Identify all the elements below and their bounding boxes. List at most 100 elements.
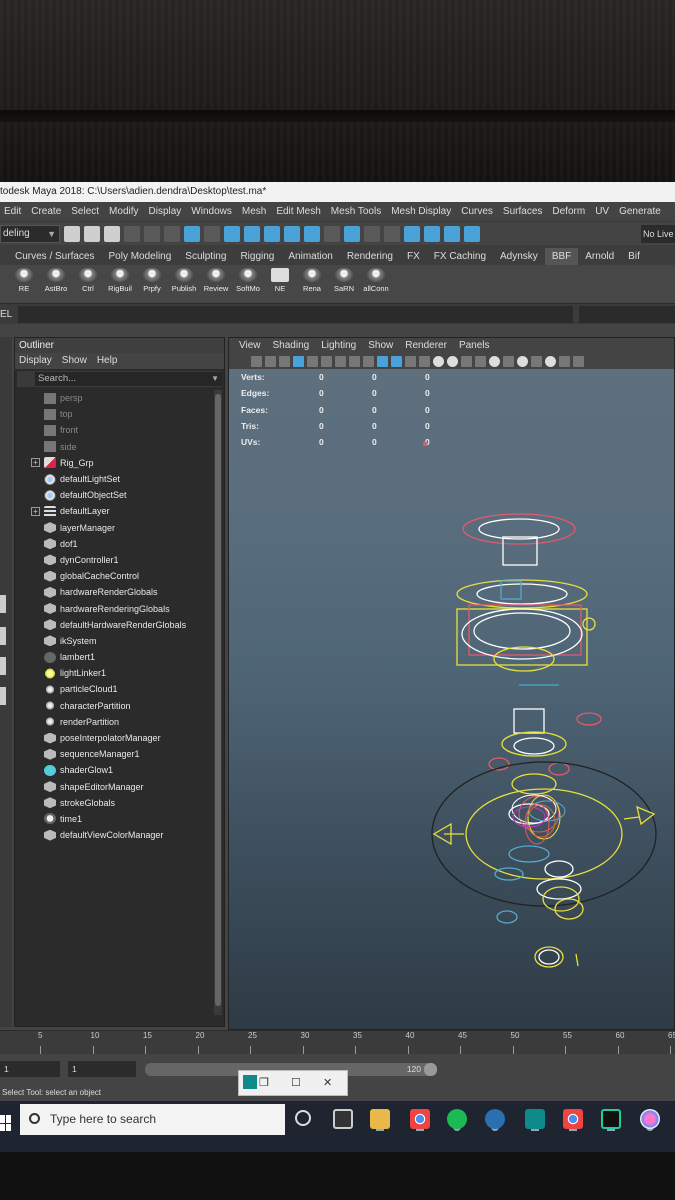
outliner-item-sequencemanager1[interactable]: sequenceManager1 <box>15 746 213 762</box>
outliner-item-particlecloud1[interactable]: particleCloud1 <box>15 681 213 697</box>
viewport-tool-icon[interactable] <box>321 356 332 367</box>
file-explorer-icon[interactable] <box>370 1109 390 1129</box>
shelf-button-prpfy[interactable]: Prpfy <box>138 268 166 293</box>
chrome-icon[interactable] <box>563 1109 583 1129</box>
shelf-button-allconn[interactable]: allConn <box>362 268 390 293</box>
viewport-tool-icon[interactable] <box>433 356 444 367</box>
new-scene-icon[interactable] <box>64 225 80 242</box>
pycharm-icon[interactable] <box>601 1109 621 1129</box>
shelf-button-publish[interactable]: Publish <box>170 268 198 293</box>
viewport-tool-icon[interactable] <box>447 356 458 367</box>
render-view-icon[interactable] <box>464 225 480 242</box>
outliner-item-rig-grp[interactable]: + Rig_Grp <box>15 455 213 471</box>
outliner-item-hardwarerenderglobals[interactable]: hardwareRenderGlobals <box>15 584 213 600</box>
viewport-tool-icon[interactable] <box>293 356 304 367</box>
shelf-tab-fx[interactable]: FX <box>400 248 427 265</box>
outliner-item-poseinterpolatormanager[interactable]: poseInterpolatorManager <box>15 730 213 746</box>
snap-grid-icon[interactable] <box>224 225 240 242</box>
outliner-item-top[interactable]: top <box>15 406 213 422</box>
expand-icon[interactable]: + <box>31 458 40 468</box>
render-settings-icon[interactable] <box>424 225 440 242</box>
outliner-item-dyncontroller1[interactable]: dynController1 <box>15 552 213 568</box>
viewport-tool-icon[interactable] <box>391 356 402 367</box>
restore-icon[interactable]: ❐ <box>259 1076 269 1089</box>
maximize-icon[interactable]: ☐ <box>291 1076 301 1089</box>
menu-edit-mesh[interactable]: Edit Mesh <box>276 206 320 217</box>
menu-display[interactable]: Display <box>149 206 182 217</box>
outliner-item-hardwarerenderingglobals[interactable]: hardwareRenderingGlobals <box>15 600 213 616</box>
viewport-tool-icon[interactable] <box>279 356 290 367</box>
outliner-menu-display[interactable]: Display <box>19 353 52 369</box>
shelf-tab-fx-caching[interactable]: FX Caching <box>427 248 493 265</box>
range-start-field[interactable]: 1 <box>0 1061 60 1077</box>
outliner-item-defaultobjectset[interactable]: defaultObjectSet <box>15 487 213 503</box>
current-frame-field[interactable]: 1 <box>68 1061 136 1077</box>
shelf-tab-rigging[interactable]: Rigging <box>233 248 281 265</box>
outliner-item-strokeglobals[interactable]: strokeGlobals <box>15 795 213 811</box>
viewport-tool-icon[interactable] <box>419 356 430 367</box>
outliner-item-side[interactable]: side <box>15 439 213 455</box>
menu-generate[interactable]: Generate <box>619 206 661 217</box>
viewport-tool-icon[interactable] <box>405 356 416 367</box>
shelf-button-ne[interactable]: NE <box>266 268 294 293</box>
menu-create[interactable]: Create <box>31 206 61 217</box>
viewport-tool-icon[interactable] <box>475 356 486 367</box>
menu-mesh[interactable]: Mesh <box>242 206 266 217</box>
maya-taskbar-icon[interactable] <box>525 1109 545 1129</box>
ipr-icon[interactable] <box>404 225 420 242</box>
shelf-tab-arnold[interactable]: Arnold <box>578 248 621 265</box>
maya-taskbar-preview[interactable]: ❐ ☐ ✕ <box>238 1070 348 1096</box>
help-icon[interactable] <box>344 225 360 242</box>
viewport-tool-icon[interactable] <box>265 356 276 367</box>
outliner-menu-show[interactable]: Show <box>62 353 87 369</box>
redo-icon[interactable] <box>144 225 160 242</box>
menu-deform[interactable]: Deform <box>552 206 585 217</box>
snap-view-icon[interactable] <box>284 225 300 242</box>
undo-icon[interactable] <box>124 225 140 242</box>
close-icon[interactable]: ✕ <box>323 1076 332 1089</box>
select-object-icon[interactable] <box>184 225 200 242</box>
mode-dropdown[interactable]: deling ▼ <box>0 224 60 243</box>
cortana-icon[interactable] <box>295 1110 311 1126</box>
scrollbar-thumb[interactable] <box>215 394 221 1006</box>
toolbox-button[interactable] <box>0 627 6 645</box>
outliner-item-front[interactable]: front <box>15 422 213 438</box>
viewport-tool-icon[interactable] <box>461 356 472 367</box>
range-handle[interactable] <box>424 1063 437 1076</box>
viewport-tool-icon[interactable] <box>503 356 514 367</box>
menu-edit[interactable]: Edit <box>4 206 21 217</box>
shelf-button-rena[interactable]: Rena <box>298 268 326 293</box>
outliner-item-globalcachecontrol[interactable]: globalCacheControl <box>15 568 213 584</box>
outliner-item-renderpartition[interactable]: renderPartition <box>15 714 213 730</box>
viewport-menu-renderer[interactable]: Renderer <box>405 338 447 354</box>
menu-mesh-display[interactable]: Mesh Display <box>391 206 451 217</box>
menu-select[interactable]: Select <box>71 206 99 217</box>
viewport-tool-icon[interactable] <box>307 356 318 367</box>
shelf-tab-rendering[interactable]: Rendering <box>340 248 400 265</box>
outliner-item-shaderglow1[interactable]: shaderGlow1 <box>15 762 213 778</box>
lock-icon[interactable] <box>364 225 380 242</box>
shelf-button-sarn[interactable]: SaRN <box>330 268 358 293</box>
shelf-button-re[interactable]: RE <box>10 268 38 293</box>
chevron-down-icon[interactable]: ▼ <box>211 372 219 386</box>
outliner-item-defaulthardwarerenderglobals[interactable]: defaultHardwareRenderGlobals <box>15 617 213 633</box>
snap-curve-icon[interactable] <box>244 225 260 242</box>
viewport-tool-icon[interactable] <box>517 356 528 367</box>
viewport-menu-show[interactable]: Show <box>368 338 393 354</box>
no-live-surface[interactable]: No Live <box>641 224 675 243</box>
shelf-tab-adynsky[interactable]: Adynsky <box>493 248 545 265</box>
paint-icon[interactable] <box>640 1109 660 1129</box>
menu-mesh-tools[interactable]: Mesh Tools <box>331 206 381 217</box>
expand-icon[interactable]: + <box>31 506 40 516</box>
snap-surface-icon[interactable] <box>304 225 320 242</box>
viewport-tool-icon[interactable] <box>573 356 584 367</box>
viewport-menu-shading[interactable]: Shading <box>273 338 310 354</box>
taskbar-search[interactable]: Type here to search <box>20 1104 285 1135</box>
task-view-icon[interactable] <box>333 1109 353 1129</box>
spotify-icon[interactable] <box>447 1109 467 1129</box>
chrome-icon[interactable] <box>410 1109 430 1129</box>
outliner-item-layermanager[interactable]: layerManager <box>15 520 213 536</box>
menu-modify[interactable]: Modify <box>109 206 138 217</box>
viewport-tool-icon[interactable] <box>363 356 374 367</box>
select-hierarchy-icon[interactable] <box>164 225 180 242</box>
